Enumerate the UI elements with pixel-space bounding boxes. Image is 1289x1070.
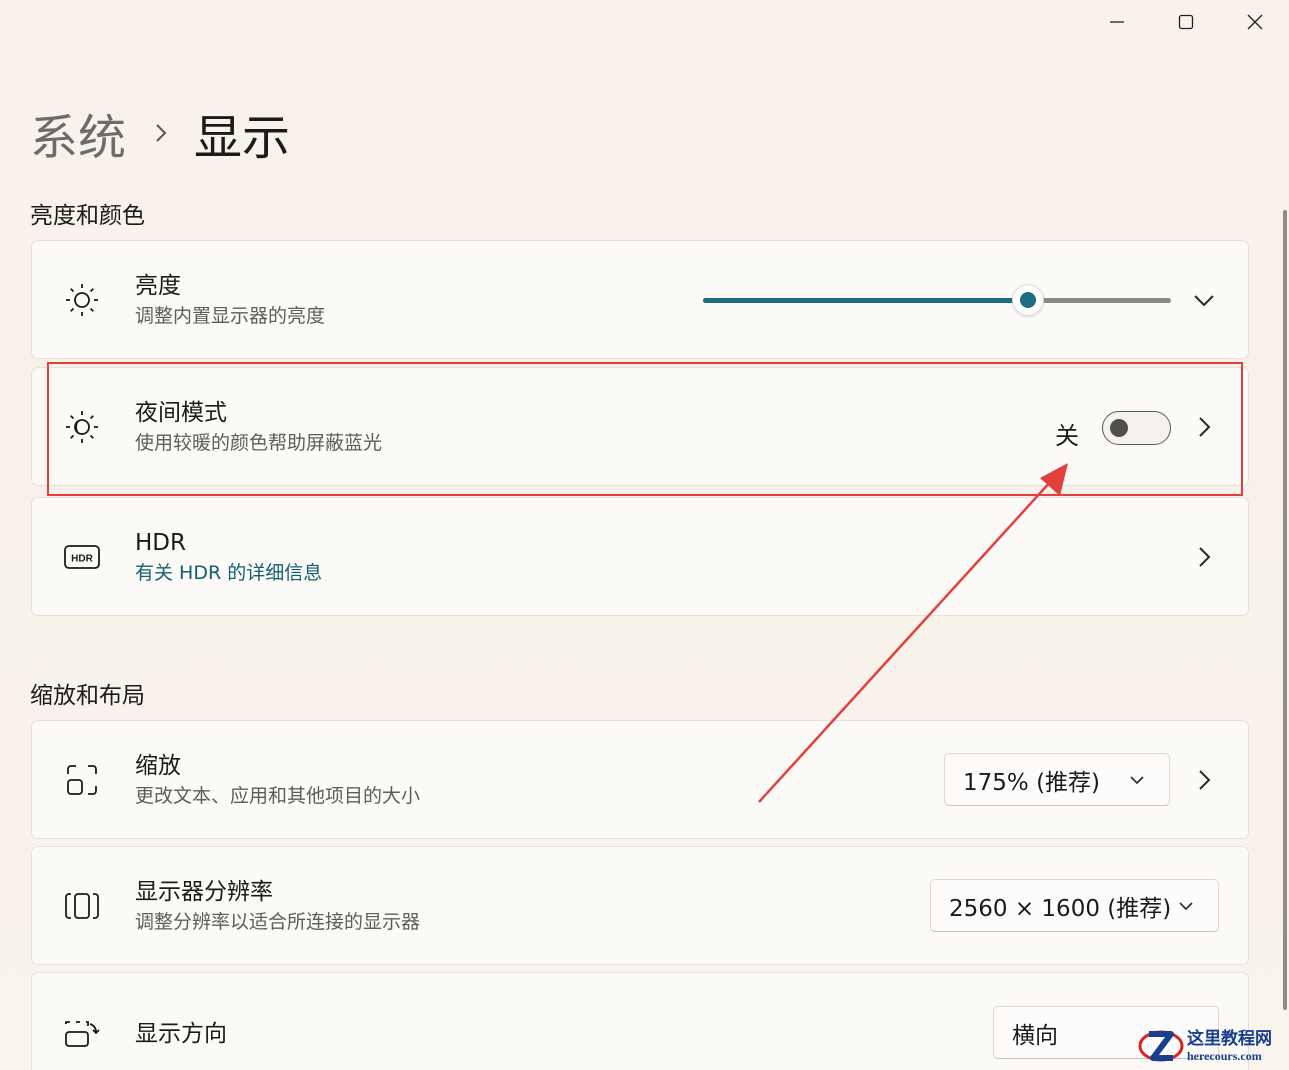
minimize-button[interactable] — [1082, 0, 1151, 44]
page-title: 显示 — [194, 110, 291, 166]
chevron-right-icon — [1199, 546, 1211, 567]
svg-text:HDR: HDR — [71, 553, 93, 564]
watermark-text: 这里教程网 herecours.com — [1187, 1029, 1272, 1063]
resolution-text: 显示器分辨率 调整分辨率以适合所连接的显示器 — [135, 847, 420, 964]
section-title-scale-layout: 缩放和布局 — [30, 683, 145, 709]
brightness-slider-thumb[interactable] — [1012, 284, 1045, 316]
close-button[interactable] — [1220, 0, 1289, 44]
brightness-subtitle: 调整内置显示器的亮度 — [135, 304, 326, 327]
chevron-down-icon — [1194, 294, 1214, 306]
orientation-card[interactable]: 显示方向 横向 — [31, 972, 1249, 1070]
breadcrumb-parent-link[interactable]: 系统 — [30, 98, 126, 168]
watermark-en: herecours.com — [1187, 1049, 1262, 1063]
brightness-expand-button[interactable] — [1192, 288, 1216, 312]
brightness-slider-thumb-dot — [1020, 292, 1037, 308]
brightness-text: 亮度 调整内置显示器的亮度 — [135, 241, 325, 358]
orientation-icon — [62, 1015, 102, 1055]
scale-card[interactable]: 缩放 更改文本、应用和其他项目的大小 175% (推荐) — [31, 720, 1249, 839]
chevron-down-icon — [1178, 898, 1194, 914]
resolution-dropdown-value: 2560 × 1600 (推荐) — [949, 895, 1172, 922]
night-light-toggle-knob — [1110, 419, 1128, 437]
brightness-title: 亮度 — [135, 272, 181, 299]
chevron-right-icon — [1199, 769, 1211, 790]
orientation-text: 显示方向 — [135, 973, 227, 1070]
scale-open-button[interactable] — [1192, 768, 1216, 792]
scrollbar[interactable] — [1283, 210, 1287, 1010]
chevron-right-icon — [1199, 416, 1211, 437]
brightness-slider[interactable] — [703, 284, 1171, 316]
resolution-title: 显示器分辨率 — [135, 878, 273, 905]
brightness-card[interactable]: 亮度 调整内置显示器的亮度 — [31, 240, 1249, 359]
section-title-brightness-color: 亮度和颜色 — [30, 203, 145, 229]
maximize-icon — [1178, 14, 1193, 30]
resolution-icon — [62, 886, 102, 926]
breadcrumb-chevron-icon — [154, 122, 168, 144]
brightness-slider-fill — [703, 298, 1029, 303]
close-icon — [1247, 14, 1262, 30]
scale-dropdown-value: 175% (推荐) — [963, 769, 1101, 796]
night-light-open-button[interactable] — [1192, 415, 1216, 439]
brightness-icon — [62, 280, 102, 320]
hdr-text: HDR 有关 HDR 的详细信息 — [135, 498, 322, 615]
night-light-icon — [62, 407, 102, 447]
hdr-icon: HDR — [62, 537, 102, 577]
chevron-down-icon — [1129, 772, 1145, 788]
resolution-subtitle: 调整分辨率以适合所连接的显示器 — [135, 910, 421, 933]
scale-icon — [62, 760, 102, 800]
night-light-title: 夜间模式 — [135, 399, 227, 426]
watermark-logo-icon — [1138, 1030, 1184, 1062]
scale-text: 缩放 更改文本、应用和其他项目的大小 — [135, 721, 420, 838]
orientation-title: 显示方向 — [135, 1021, 227, 1047]
scale-subtitle: 更改文本、应用和其他项目的大小 — [135, 784, 421, 807]
night-light-toggle[interactable] — [1102, 411, 1171, 445]
orientation-dropdown-value: 横向 — [1012, 1022, 1058, 1049]
scale-dropdown[interactable]: 175% (推荐) — [944, 753, 1170, 806]
watermark-cn: 这里教程网 — [1187, 1029, 1272, 1049]
resolution-dropdown[interactable]: 2560 × 1600 (推荐) — [930, 879, 1219, 932]
night-light-text: 夜间模式 使用较暖的颜色帮助屏蔽蓝光 — [135, 368, 382, 485]
resolution-card[interactable]: 显示器分辨率 调整分辨率以适合所连接的显示器 2560 × 1600 (推荐) — [31, 846, 1249, 965]
window-controls — [1082, 0, 1289, 44]
breadcrumb: 系统 显示 — [30, 98, 290, 168]
maximize-button[interactable] — [1151, 0, 1220, 44]
minimize-icon — [1109, 21, 1124, 23]
hdr-open-button[interactable] — [1192, 545, 1216, 569]
hdr-card[interactable]: HDR HDR 有关 HDR 的详细信息 — [31, 497, 1249, 616]
hdr-info-link[interactable]: 有关 HDR 的详细信息 — [135, 560, 322, 586]
watermark: 这里教程网 herecours.com — [1137, 1024, 1285, 1068]
scale-title: 缩放 — [135, 752, 181, 779]
hdr-title: HDR — [135, 529, 186, 556]
night-light-state-label: 关 — [1055, 422, 1079, 450]
night-light-card[interactable]: 夜间模式 使用较暖的颜色帮助屏蔽蓝光 关 — [31, 367, 1249, 486]
night-light-subtitle: 使用较暖的颜色帮助屏蔽蓝光 — [135, 431, 383, 454]
